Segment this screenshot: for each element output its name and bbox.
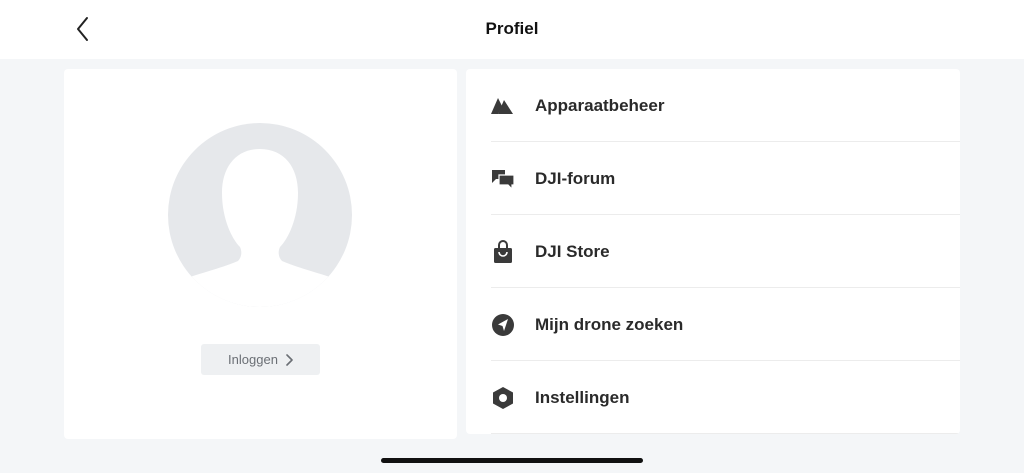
avatar[interactable] bbox=[168, 123, 352, 307]
settings-hexagon-icon bbox=[490, 385, 516, 411]
menu-card: Apparaatbeheer DJI-forum DJI Store Mijn … bbox=[466, 69, 960, 434]
menu-item-label: DJI Store bbox=[535, 242, 610, 261]
chevron-right-icon bbox=[286, 353, 293, 366]
menu-item-label: Instellingen bbox=[535, 388, 630, 407]
home-indicator[interactable] bbox=[381, 458, 643, 463]
profile-card: Inloggen bbox=[64, 69, 457, 439]
chat-bubbles-icon bbox=[490, 166, 516, 192]
login-label: Inloggen bbox=[228, 352, 278, 367]
menu-item-find-drone[interactable]: Mijn drone zoeken bbox=[466, 288, 960, 361]
menu-item-label: Apparaatbeheer bbox=[535, 96, 665, 115]
compass-locate-icon bbox=[490, 312, 516, 338]
login-button[interactable]: Inloggen bbox=[201, 344, 320, 375]
page-title: Profiel bbox=[485, 19, 539, 38]
device-management-icon bbox=[490, 93, 516, 119]
user-silhouette-icon bbox=[190, 149, 330, 307]
menu-item-device-management[interactable]: Apparaatbeheer bbox=[466, 69, 960, 142]
menu-item-label: Mijn drone zoeken bbox=[535, 315, 684, 334]
menu-item-store[interactable]: DJI Store bbox=[466, 215, 960, 288]
shopping-bag-icon bbox=[490, 239, 516, 265]
menu-item-settings[interactable]: Instellingen bbox=[466, 361, 960, 434]
top-bar: Profiel bbox=[0, 0, 1024, 59]
menu-item-label: DJI-forum bbox=[535, 169, 616, 188]
menu-item-forum[interactable]: DJI-forum bbox=[466, 142, 960, 215]
divider bbox=[491, 433, 960, 434]
